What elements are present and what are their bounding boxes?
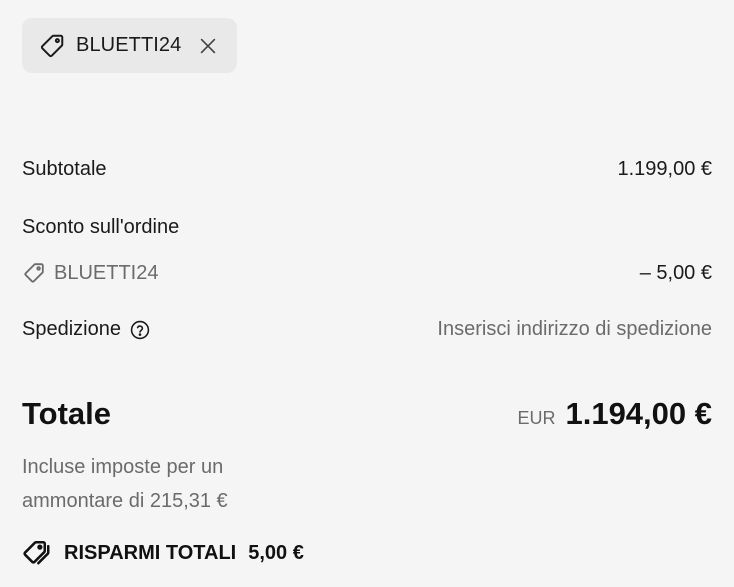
subtotal-label: Subtotale [22, 158, 107, 180]
shipping-label: Spedizione [22, 318, 121, 340]
taxes-line-2: ammontare di 215,31 € [22, 490, 228, 512]
discount-chip: BLUETTI24 [22, 18, 238, 73]
currency-code: EUR [517, 408, 556, 428]
order-summary: BLUETTI24 Subtotale 1.199,00 € Sconto su… [22, 18, 712, 565]
savings-label: RISPARMI TOTALI [64, 541, 237, 564]
discount-code-label: BLUETTI24 [54, 261, 159, 284]
order-discount-row: Sconto sull'ordine [22, 216, 712, 239]
tag-icon [38, 32, 66, 60]
close-icon[interactable] [197, 35, 219, 57]
discount-value: – 5,00 € [639, 261, 712, 284]
total-amount: 1.194,00 € [565, 396, 712, 431]
discount-line: BLUETTI24 – 5,00 € [22, 261, 712, 285]
tag-icon [22, 261, 46, 285]
taxes-line-1: Incluse imposte per un [22, 456, 224, 478]
subtotal-value: 1.199,00 € [617, 158, 712, 180]
shipping-row: Spedizione Inserisci indirizzo di spediz… [22, 318, 712, 341]
shipping-value: Inserisci indirizzo di spedizione [437, 318, 712, 340]
question-circle-icon[interactable] [129, 319, 151, 341]
total-row: Totale EUR 1.194,00 € [22, 396, 712, 432]
taxes-note: Incluse imposte per un ammontare di 215,… [22, 450, 322, 518]
discount-code: BLUETTI24 [76, 34, 182, 56]
subtotal-row: Subtotale 1.199,00 € [22, 158, 712, 181]
tags-icon [22, 538, 52, 568]
savings-value: 5,00 € [248, 541, 304, 564]
total-savings: RISPARMI TOTALI 5,00 € [22, 538, 304, 568]
total-label: Totale [22, 396, 111, 431]
order-discount-label: Sconto sull'ordine [22, 216, 180, 238]
